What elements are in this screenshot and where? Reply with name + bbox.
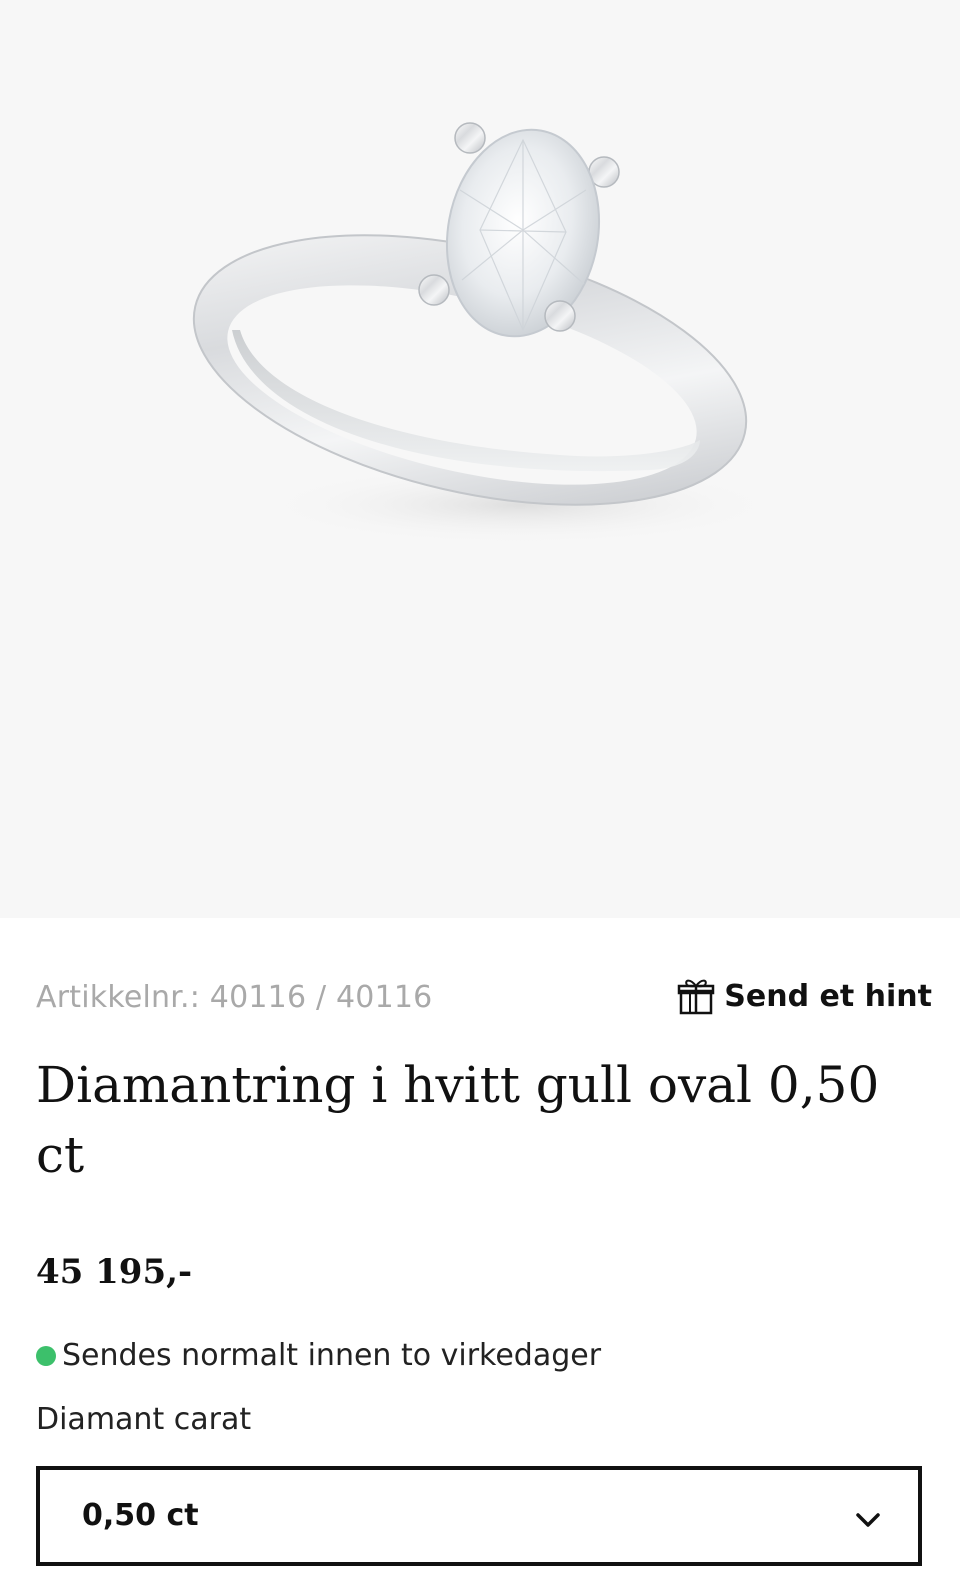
product-title: Diamantring i hvitt gull oval 0,50 ct — [36, 1056, 880, 1184]
carat-select-value: 0,50 ct — [82, 1498, 199, 1533]
stock-indicator-dot — [36, 1345, 56, 1366]
variant-label: Diamant carat — [36, 1402, 252, 1437]
ring-illustration — [192, 122, 780, 545]
send-hint-button[interactable]: Send et hint — [676, 976, 932, 1016]
carat-select[interactable]: 0,50 ct — [36, 1466, 922, 1566]
product-image[interactable] — [0, 0, 960, 918]
send-hint-label: Send et hint — [724, 978, 932, 1014]
product-meta-row: Artikkelnr.: 40116 / 40116 Send et hint — [36, 970, 932, 1026]
product-price: 45 195,- — [36, 1252, 193, 1292]
sku-label: Artikkelnr.: 40116 / 40116 — [36, 980, 433, 1015]
stock-status: Sendes normalt innen to virkedager — [36, 1338, 601, 1373]
stock-status-text: Sendes normalt innen to virkedager — [62, 1338, 602, 1373]
chevron-down-icon — [856, 1513, 880, 1527]
gift-icon — [678, 979, 715, 1015]
